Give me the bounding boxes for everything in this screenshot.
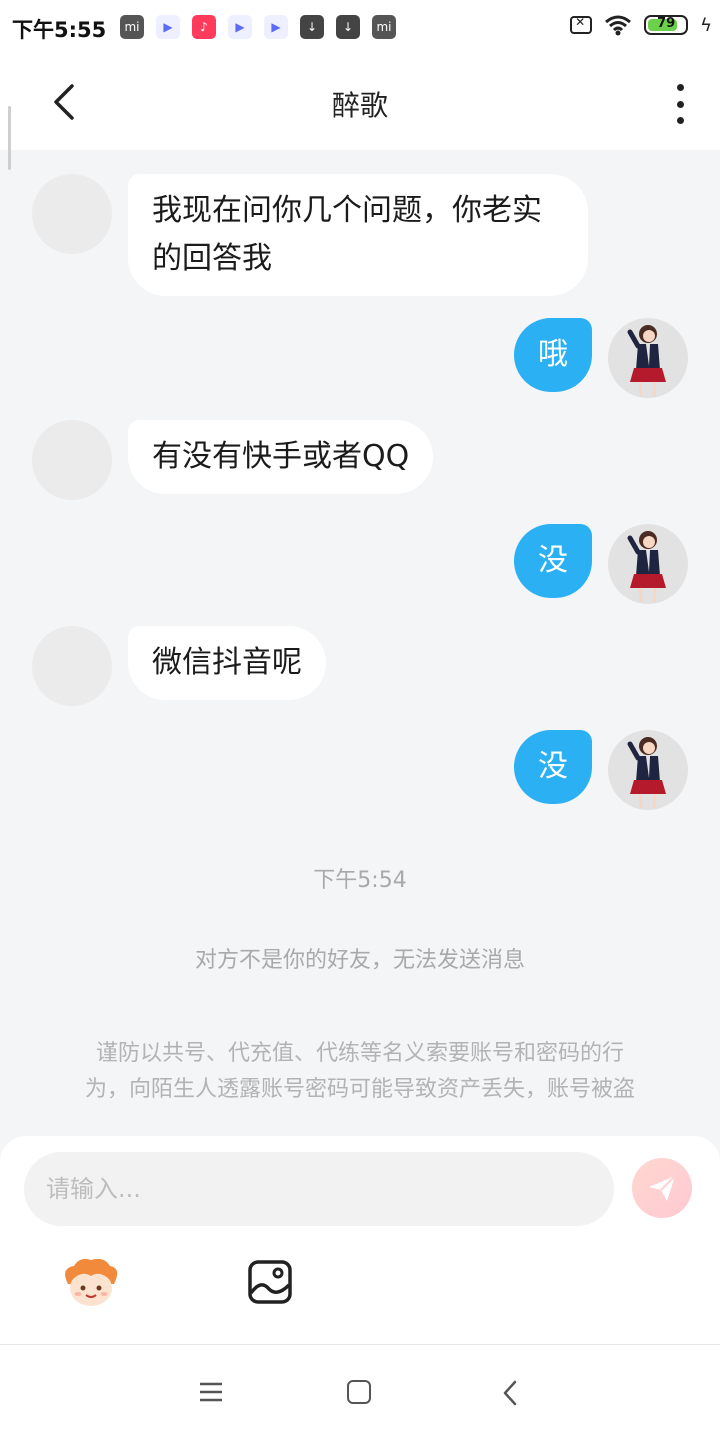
send-button[interactable] [632, 1158, 692, 1218]
message-timestamp: 下午5:54 [313, 868, 407, 893]
dot-icon [676, 100, 684, 108]
message-input[interactable] [44, 1174, 594, 1204]
more-options-button[interactable] [670, 84, 690, 124]
video-play-icon: ▶ [228, 15, 252, 39]
download-icon: ↓ [300, 15, 324, 39]
charging-icon: ϟ [700, 14, 712, 36]
mi-icon: mi [120, 15, 144, 39]
warning-line: 谨防以共号、代充值、代练等名义索要账号和密码的行 [95, 1041, 624, 1066]
battery-icon: 79 [644, 15, 689, 35]
warning-line: 为，向陌生人透露账号密码可能导致资产丢失，账号被盗 [84, 1077, 635, 1102]
my-avatar[interactable] [608, 524, 688, 604]
mi-icon: mi [372, 15, 396, 39]
dot-icon [676, 117, 684, 124]
security-warning: 谨防以共号、代充值、代练等名义索要账号和密码的行 为，向陌生人透露账号密码可能导… [50, 1036, 670, 1108]
image-picker-button[interactable] [247, 1259, 293, 1305]
status-time: 下午5:55 [12, 18, 107, 42]
my-avatar[interactable] [608, 318, 688, 398]
my-avatar[interactable] [608, 730, 688, 810]
battery-level: 79 [657, 16, 676, 31]
video-play-icon: ▶ [156, 15, 180, 39]
system-back-button[interactable] [500, 1379, 520, 1407]
incoming-message[interactable]: 我现在问你几个问题，你老实的回答我 [128, 174, 588, 296]
system-indicators: 79 ϟ [570, 14, 712, 36]
video-play-icon: ▶ [264, 15, 288, 39]
system-nav-bar [0, 1344, 720, 1440]
no-sim-icon [570, 15, 593, 34]
page-title: 醉歌 [331, 89, 388, 122]
send-icon [649, 1175, 676, 1201]
tiktok-icon: ♪ [192, 15, 216, 39]
download-icon: ↓ [336, 15, 360, 39]
outgoing-message[interactable]: 哦 [514, 318, 592, 392]
contact-avatar[interactable] [32, 174, 112, 254]
outgoing-message[interactable]: 没 [514, 524, 592, 598]
outgoing-message[interactable]: 没 [514, 730, 592, 804]
incoming-message[interactable]: 有没有快手或者QQ [128, 420, 434, 494]
wifi-icon [605, 15, 632, 36]
recent-apps-button[interactable] [198, 1381, 224, 1403]
message-input-container[interactable] [24, 1152, 614, 1226]
chat-screen: 下午5:55 mi ▶ ♪ ▶ ▶ ↓ ↓ mi 79 ϟ [0, 0, 720, 1440]
incoming-message[interactable]: 微信抖音呢 [128, 626, 326, 700]
home-button[interactable] [347, 1380, 371, 1404]
notification-icons: mi ▶ ♪ ▶ ▶ ↓ ↓ mi [120, 15, 396, 39]
input-panel [0, 1136, 720, 1344]
dot-icon [676, 84, 684, 91]
status-bar: 下午5:55 mi ▶ ♪ ▶ ▶ ↓ ↓ mi 79 ϟ [0, 0, 720, 56]
avatar-girl-icon [627, 531, 666, 603]
emoji-sticker-button[interactable] [60, 1254, 122, 1312]
avatar-girl-icon [627, 325, 666, 397]
chat-header: 醉歌 [0, 56, 720, 170]
contact-avatar[interactable] [32, 420, 112, 500]
contact-avatar[interactable] [32, 626, 112, 706]
avatar-girl-icon [627, 737, 666, 809]
system-notice: 对方不是你的好友，无法发送消息 [194, 948, 525, 973]
